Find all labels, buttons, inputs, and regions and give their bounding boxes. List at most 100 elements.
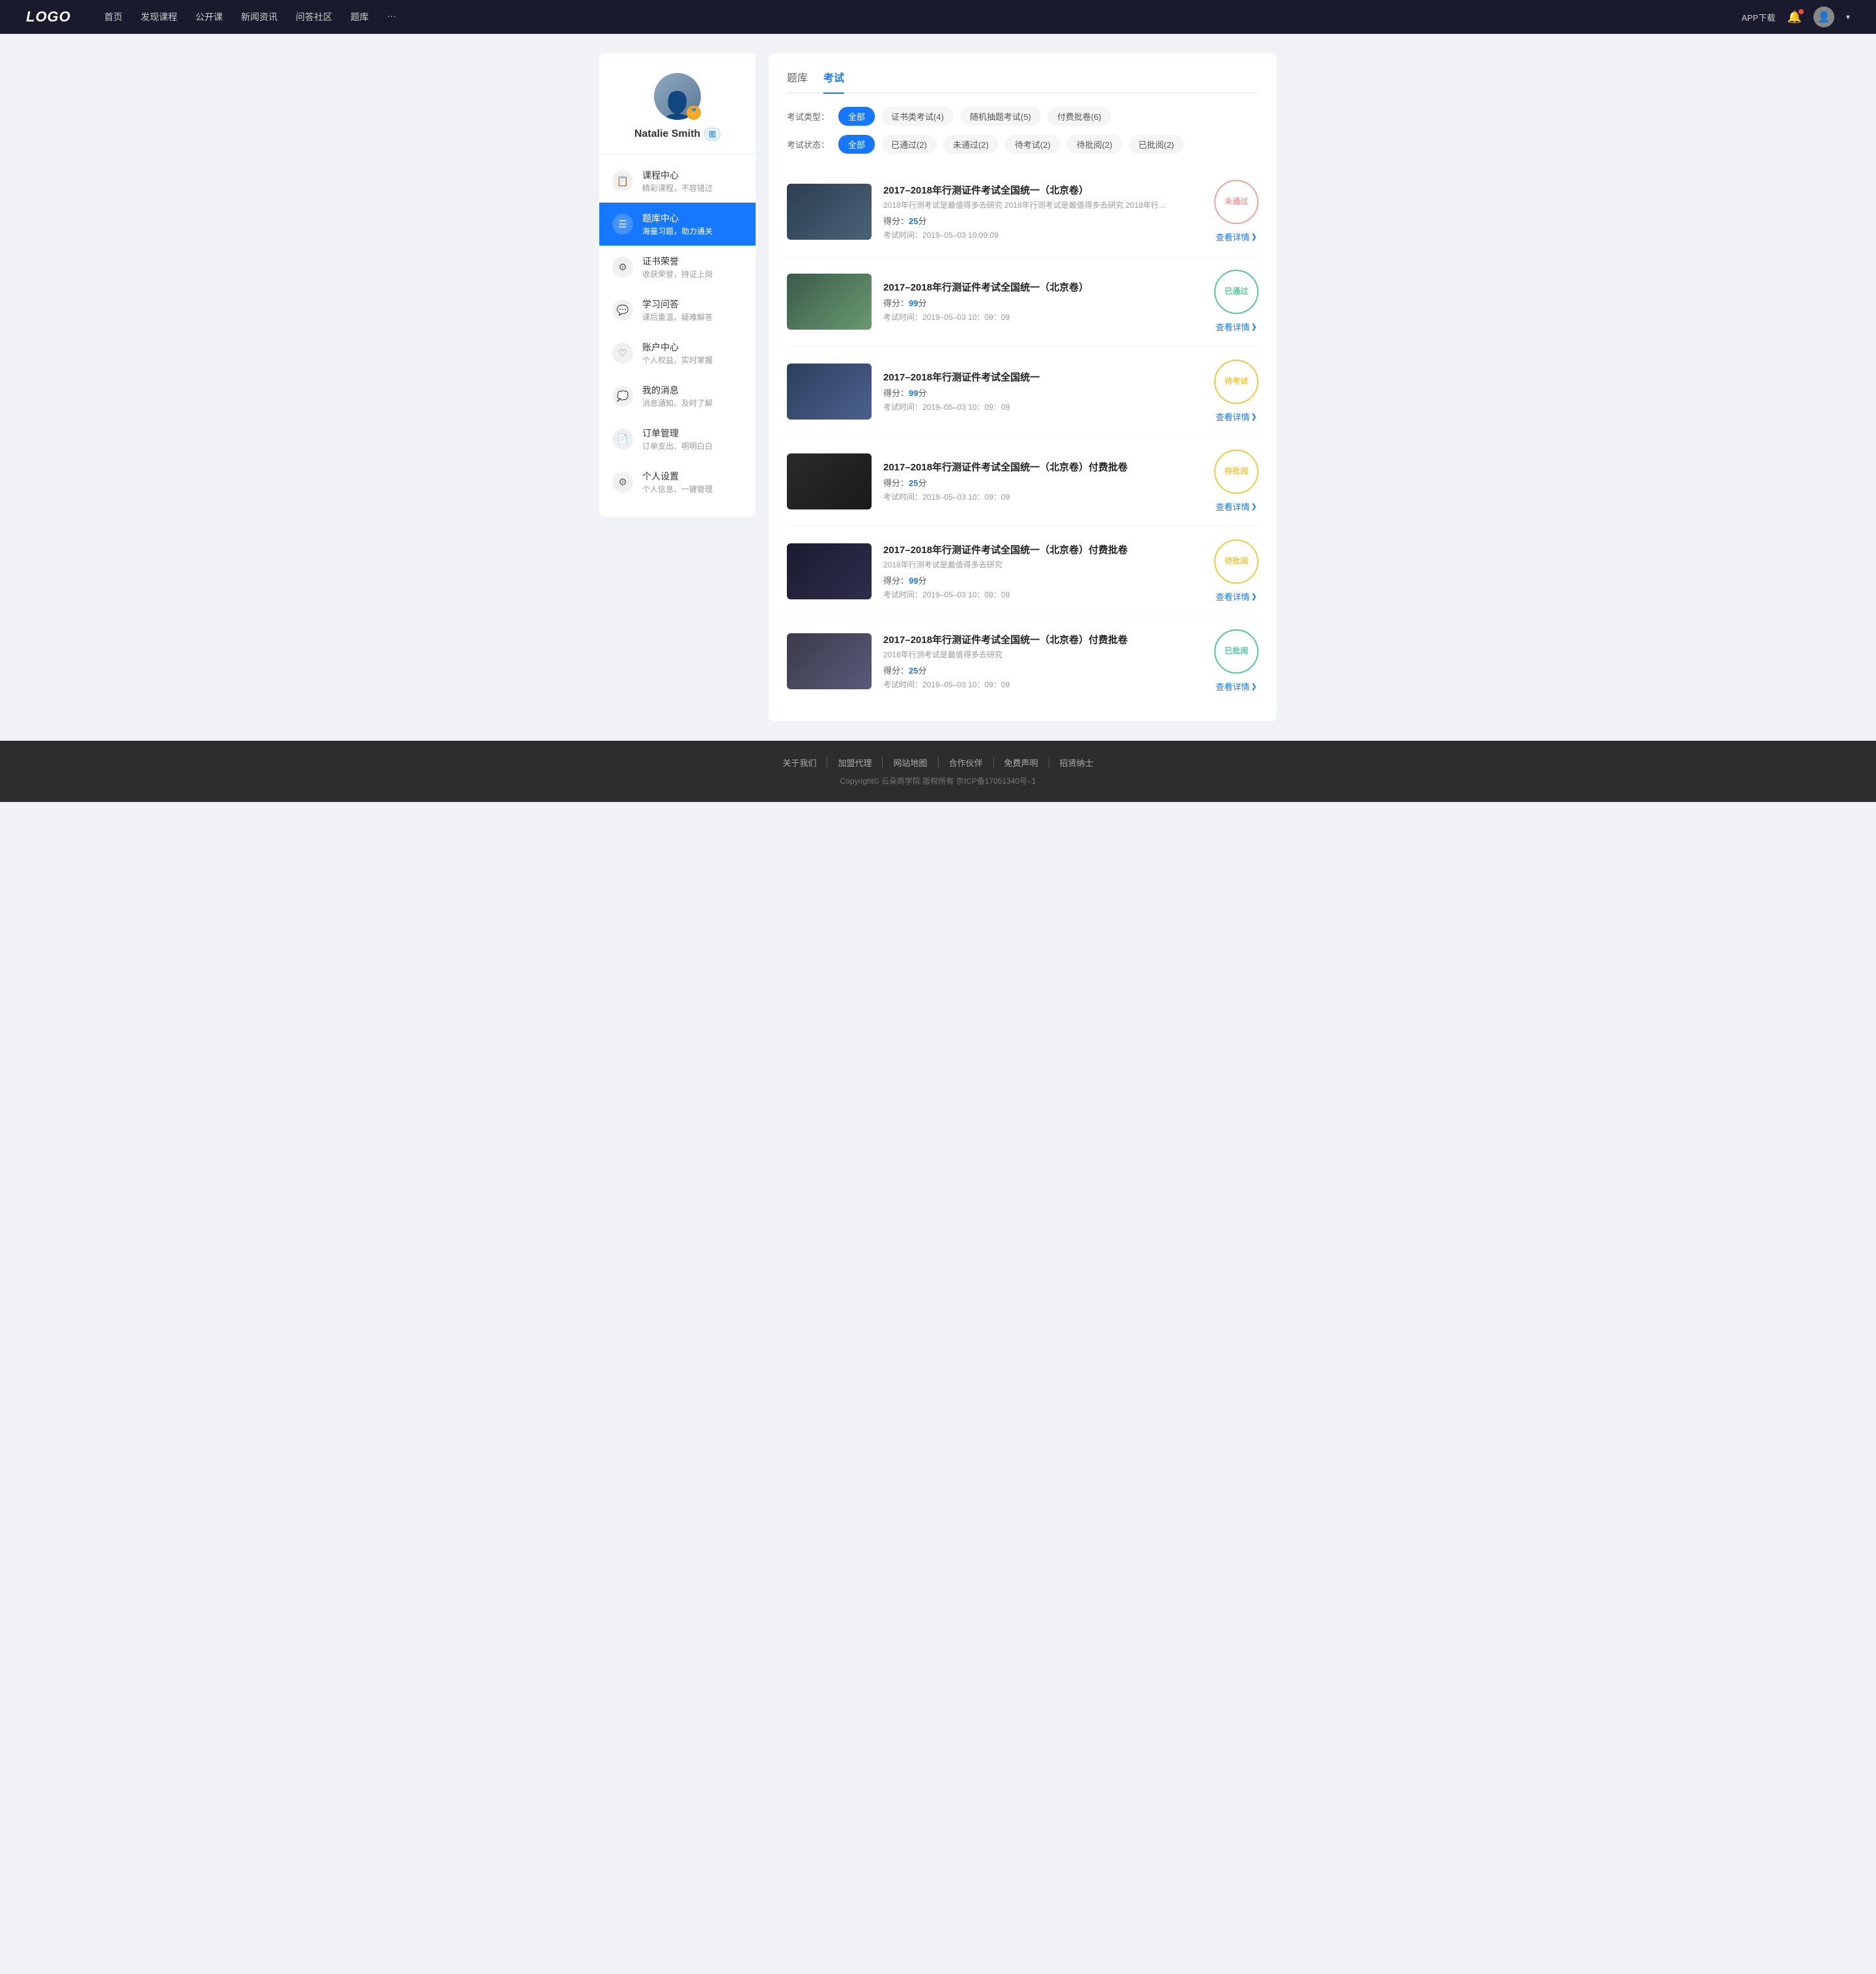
sidebar-menu: 📋 课程中心 精彩课程，不容错过 ☰ 题库中心 海量习题，助力通关 ⚙ 证书荣誉…	[599, 160, 756, 504]
sidebar-item-question-bank[interactable]: ☰ 题库中心 海量习题，助力通关	[599, 203, 756, 246]
view-detail-btn-4[interactable]: 查看详情❯	[1215, 500, 1257, 513]
sidebar-item-sub-settings: 个人信息、一键管理	[642, 483, 713, 494]
exam-item-3: 2017–2018年行测证件考试全国统一 得分：99分 考试时间：2019–05…	[787, 347, 1258, 436]
filter-type-全部[interactable]: 全部	[838, 107, 875, 126]
tab-考试[interactable]: 考试	[823, 69, 844, 94]
exam-info-2: 2017–2018年行测证件考试全国统一（北京卷） 得分：99分 考试时间：20…	[883, 280, 1202, 322]
exam-time-1: 考试时间：2019–05–03 10:09:09	[883, 229, 1202, 240]
sidebar-item-course-center[interactable]: 📋 课程中心 精彩课程，不容错过	[599, 160, 756, 203]
sidebar-item-sub-messages: 消息通知、及时了解	[642, 397, 713, 408]
exam-stamp-3: 待考试	[1214, 360, 1258, 404]
footer-link-合作伙伴[interactable]: 合作伙伴	[939, 756, 994, 769]
nav-link-首页[interactable]: 首页	[104, 10, 122, 23]
sidebar-item-orders[interactable]: 📄 订单管理 订单支出、明明白白	[599, 418, 756, 461]
filter-type-随机抽题考试(5)[interactable]: 随机抽题考试(5)	[960, 107, 1041, 126]
footer-link-招贤纳士[interactable]: 招贤纳士	[1049, 756, 1104, 769]
nav-link-公开课[interactable]: 公开课	[195, 10, 223, 23]
nav-right: APP下载 🔔 👤 ▾	[1742, 7, 1850, 27]
nav-logo[interactable]: LOGO	[26, 8, 78, 25]
filter-status-未通过(2)[interactable]: 未通过(2)	[943, 135, 999, 154]
filter-type-label: 考试类型：	[787, 110, 829, 122]
exam-thumb-5	[787, 543, 872, 599]
exam-title-2: 2017–2018年行测证件考试全国统一（北京卷）	[883, 280, 1202, 294]
sidebar-item-title-question-bank: 题库中心	[642, 212, 713, 225]
sidebar-item-settings[interactable]: ⚙ 个人设置 个人信息、一键管理	[599, 461, 756, 504]
footer-links: 关于我们加盟代理网站地图合作伙伴免费声明招贤纳士	[26, 756, 1850, 769]
nav-link-发现课程[interactable]: 发现课程	[141, 10, 177, 23]
certificates-icon: ⚙	[612, 257, 633, 278]
footer-link-加盟代理[interactable]: 加盟代理	[827, 756, 883, 769]
sidebar-item-sub-orders: 订单支出、明明白白	[642, 440, 713, 451]
sidebar-item-title-messages: 我的消息	[642, 384, 713, 397]
exam-title-5: 2017–2018年行测证件考试全国统一（北京卷）付费批卷	[883, 543, 1202, 556]
exam-stamp-2: 已通过	[1214, 270, 1258, 314]
exam-action-4: 待批阅 查看详情❯	[1214, 450, 1258, 513]
exam-thumb-3	[787, 364, 872, 420]
sidebar-item-messages[interactable]: 💭 我的消息 消息通知、及时了解	[599, 375, 756, 418]
exam-title-6: 2017–2018年行测证件考试全国统一（北京卷）付费批卷	[883, 633, 1202, 646]
sidebar-item-sub-question-bank: 海量习题，助力通关	[642, 225, 713, 236]
filter-status-全部[interactable]: 全部	[838, 135, 875, 154]
sidebar-user-name: Natalie Smith 图	[634, 128, 720, 141]
arrow-right-icon-6: ❯	[1251, 682, 1257, 691]
exam-action-3: 待考试 查看详情❯	[1214, 360, 1258, 423]
footer-copyright: Copyright© 云朵商学院 版权所有 京ICP备17051340号–1	[26, 775, 1850, 786]
filter-status-待批阅(2)[interactable]: 待批阅(2)	[1067, 135, 1122, 154]
exam-score-5: 得分：99分	[883, 574, 1202, 586]
trophy-badge: 🏅	[687, 106, 701, 120]
avatar-wrap: 🏅	[654, 73, 701, 120]
arrow-right-icon-1: ❯	[1251, 233, 1257, 241]
nav-link-新闻资讯[interactable]: 新闻资讯	[241, 10, 277, 23]
filter-status-待考试(2)[interactable]: 待考试(2)	[1005, 135, 1060, 154]
messages-icon: 💭	[612, 386, 633, 407]
view-detail-btn-3[interactable]: 查看详情❯	[1215, 410, 1257, 423]
exam-stamp-5: 待批阅	[1214, 539, 1258, 584]
user-menu-chevron-icon[interactable]: ▾	[1846, 12, 1850, 21]
exam-item-1: 2017–2018年行测证件考试全国统一（北京卷） 2018年行测考试是最值得多…	[787, 167, 1258, 257]
exam-time-4: 考试时间：2019–05–03 10：09：09	[883, 491, 1202, 502]
exam-desc-1: 2018年行测考试是最值得多去研究 2018年行测考试是最值得多去研究 2018…	[883, 199, 1202, 210]
exam-info-3: 2017–2018年行测证件考试全国统一 得分：99分 考试时间：2019–05…	[883, 370, 1202, 412]
view-detail-btn-2[interactable]: 查看详情❯	[1215, 321, 1257, 333]
exam-desc-5: 2018年行测考试是最值得多去研究	[883, 559, 1202, 570]
sidebar-item-account[interactable]: ♡ 账户中心 个人权益、实时掌握	[599, 332, 756, 375]
sidebar-item-title-orders: 订单管理	[642, 427, 713, 440]
content-tabs: 题库考试	[787, 69, 1258, 94]
filter-type-证书类考试(4)[interactable]: 证书类考试(4)	[881, 107, 954, 126]
notification-bell[interactable]: 🔔	[1787, 10, 1802, 24]
view-detail-btn-1[interactable]: 查看详情❯	[1215, 231, 1257, 243]
exam-item-6: 2017–2018年行测证件考试全国统一（北京卷）付费批卷 2018年行测考试是…	[787, 616, 1258, 706]
footer-link-网站地图[interactable]: 网站地图	[883, 756, 938, 769]
sidebar-item-sub-certificates: 收获荣誉，持证上岗	[642, 268, 713, 279]
exam-score-6: 得分：25分	[883, 664, 1202, 676]
sidebar-item-title-settings: 个人设置	[642, 470, 713, 483]
nav-link-题库[interactable]: 题库	[350, 10, 369, 23]
filter-status-已批阅(2)[interactable]: 已批阅(2)	[1129, 135, 1184, 154]
tab-题库[interactable]: 题库	[787, 69, 808, 94]
exam-item-2: 2017–2018年行测证件考试全国统一（北京卷） 得分：99分 考试时间：20…	[787, 257, 1258, 347]
view-detail-btn-6[interactable]: 查看详情❯	[1215, 680, 1257, 693]
exam-title-4: 2017–2018年行测证件考试全国统一（北京卷）付费批卷	[883, 460, 1202, 474]
nav-link-···[interactable]: ···	[387, 10, 396, 23]
footer: 关于我们加盟代理网站地图合作伙伴免费声明招贤纳士 Copyright© 云朵商学…	[0, 741, 1876, 802]
content-area: 题库考试 考试类型： 全部证书类考试(4) 随机抽题考试(5) 付费批卷(6) 考试…	[769, 53, 1277, 721]
sidebar-item-certificates[interactable]: ⚙ 证书荣誉 收获荣誉，持证上岗	[599, 246, 756, 289]
sidebar-item-sub-course-center: 精彩课程，不容错过	[642, 182, 713, 193]
sidebar-item-qa[interactable]: 💬 学习问答 课后重温、疑难解答	[599, 289, 756, 332]
filter-type-付费批卷(6)[interactable]: 付费批卷(6)	[1047, 107, 1111, 126]
nav-link-问答社区[interactable]: 问答社区	[296, 10, 332, 23]
exam-title-1: 2017–2018年行测证件考试全国统一（北京卷）	[883, 183, 1202, 197]
exam-score-3: 得分：99分	[883, 386, 1202, 399]
exam-thumb-1	[787, 184, 872, 240]
user-avatar[interactable]: 👤	[1813, 7, 1834, 27]
view-detail-btn-5[interactable]: 查看详情❯	[1215, 590, 1257, 603]
exam-score-1: 得分：25分	[883, 214, 1202, 227]
footer-link-关于我们[interactable]: 关于我们	[772, 756, 827, 769]
filter-status-row: 考试状态： 全部已通过(2)未通过(2)待考试(2)待批阅(2)已批阅(2)	[787, 135, 1258, 154]
sidebar-item-sub-account: 个人权益、实时掌握	[642, 354, 713, 365]
app-download-button[interactable]: APP下载	[1742, 11, 1776, 23]
footer-link-免费声明[interactable]: 免费声明	[994, 756, 1049, 769]
exam-time-5: 考试时间：2019–05–03 10：09：09	[883, 589, 1202, 600]
filter-status-已通过(2)[interactable]: 已通过(2)	[881, 135, 937, 154]
qa-icon: 💬	[612, 300, 633, 321]
